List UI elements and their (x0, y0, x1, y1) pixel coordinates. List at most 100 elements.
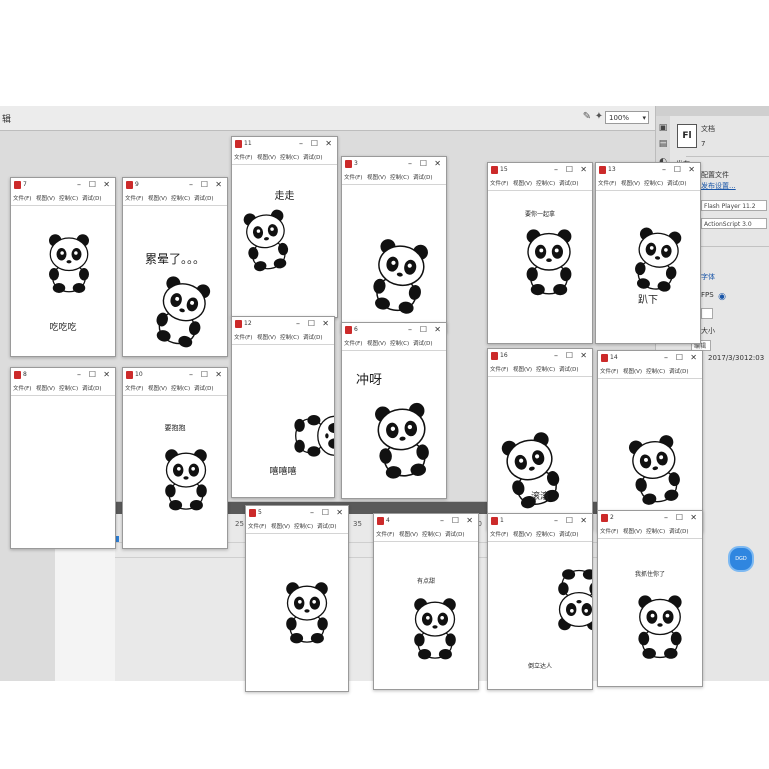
menu-debug[interactable]: 调试(D) (559, 179, 579, 187)
maximize-icon[interactable]: ☐ (201, 369, 208, 380)
maximize-icon[interactable]: ☐ (89, 179, 96, 190)
menu-debug[interactable]: 调试(D) (669, 527, 689, 535)
menu-view[interactable]: 视图(V) (271, 522, 290, 530)
player-window[interactable]: 15 – ☐ ✕ 文件(F) 视图(V) 控制(C) 调试(D) 要你一起拿 (487, 162, 593, 344)
menu-control[interactable]: 控制(C) (59, 194, 78, 202)
close-icon[interactable]: ✕ (690, 512, 697, 523)
menu-control[interactable]: 控制(C) (536, 530, 555, 538)
menu-file[interactable]: 文件(F) (376, 530, 394, 538)
menu-debug[interactable]: 调试(D) (559, 365, 579, 373)
stage-color-swatch[interactable] (701, 308, 713, 319)
close-icon[interactable]: ✕ (434, 158, 441, 169)
script-select[interactable]: ActionScript 3.0 (701, 218, 767, 229)
minimize-icon[interactable]: – (664, 512, 668, 523)
close-icon[interactable]: ✕ (580, 515, 587, 526)
menu-control[interactable]: 控制(C) (280, 333, 299, 341)
player-window[interactable]: 13 – ☐ ✕ 文件(F) 视图(V) 控制(C) 调试(D) 趴下 (595, 162, 701, 344)
menu-file[interactable]: 文件(F) (344, 339, 362, 347)
menu-view[interactable]: 视图(V) (148, 194, 167, 202)
window-titlebar[interactable]: 3 – ☐ ✕ (342, 157, 446, 171)
menu-control[interactable]: 控制(C) (646, 367, 665, 375)
minimize-icon[interactable]: – (408, 324, 412, 335)
menu-control[interactable]: 控制(C) (171, 194, 190, 202)
menu-debug[interactable]: 调试(D) (413, 339, 433, 347)
menu-view[interactable]: 视图(V) (621, 179, 640, 187)
properties-icon[interactable]: ▣ (657, 122, 669, 134)
minimize-icon[interactable]: – (77, 179, 81, 190)
close-icon[interactable]: ✕ (580, 350, 587, 361)
menu-file[interactable]: 文件(F) (234, 333, 252, 341)
close-icon[interactable]: ✕ (325, 138, 332, 149)
menu-file[interactable]: 文件(F) (125, 384, 143, 392)
menu-view[interactable]: 视图(V) (623, 527, 642, 535)
close-icon[interactable]: ✕ (322, 318, 329, 329)
menu-control[interactable]: 控制(C) (59, 384, 78, 392)
minimize-icon[interactable]: – (77, 369, 81, 380)
player-window[interactable]: 10 – ☐ ✕ 文件(F) 视图(V) 控制(C) 调试(D) 要抱抱 (122, 367, 228, 549)
menu-file[interactable]: 文件(F) (13, 384, 31, 392)
menu-debug[interactable]: 调试(D) (667, 179, 687, 187)
menu-debug[interactable]: 调试(D) (669, 367, 689, 375)
library-icon[interactable]: ▤ (657, 138, 669, 150)
minimize-icon[interactable]: – (189, 179, 193, 190)
maximize-icon[interactable]: ☐ (566, 350, 573, 361)
minimize-icon[interactable]: – (189, 369, 193, 380)
menu-debug[interactable]: 调试(D) (317, 522, 337, 530)
menu-file[interactable]: 文件(F) (234, 153, 252, 161)
player-select[interactable]: Flash Player 11.2 (701, 200, 767, 211)
minimize-icon[interactable]: – (664, 352, 668, 363)
maximize-icon[interactable]: ☐ (311, 138, 318, 149)
menu-view[interactable]: 视图(V) (367, 173, 386, 181)
maximize-icon[interactable]: ☐ (566, 164, 573, 175)
window-titlebar[interactable]: 11 – ☐ ✕ (232, 137, 337, 151)
pencil-icon[interactable]: ✎ (581, 111, 593, 123)
menu-view[interactable]: 视图(V) (399, 530, 418, 538)
minimize-icon[interactable]: – (310, 507, 314, 518)
minimize-icon[interactable]: – (408, 158, 412, 169)
window-titlebar[interactable]: 2 – ☐ ✕ (598, 511, 702, 525)
menu-control[interactable]: 控制(C) (171, 384, 190, 392)
minimize-icon[interactable]: – (554, 515, 558, 526)
window-titlebar[interactable]: 7 – ☐ ✕ (11, 178, 115, 192)
fps-link[interactable]: 字体 (701, 272, 715, 282)
menu-file[interactable]: 文件(F) (598, 179, 616, 187)
close-icon[interactable]: ✕ (434, 324, 441, 335)
menu-file[interactable]: 文件(F) (248, 522, 266, 530)
player-window[interactable]: 4 – ☐ ✕ 文件(F) 视图(V) 控制(C) 调试(D) 有点甜 (373, 513, 479, 690)
player-window[interactable]: 12 – ☐ ✕ 文件(F) 视图(V) 控制(C) 调试(D) 嘻嘻嘻 (231, 316, 335, 498)
player-window[interactable]: 2 – ☐ ✕ 文件(F) 视图(V) 控制(C) 调试(D) 我抓住你了 (597, 510, 703, 687)
minimize-icon[interactable]: – (296, 318, 300, 329)
maximize-icon[interactable]: ☐ (420, 158, 427, 169)
player-window[interactable]: 5 – ☐ ✕ 文件(F) 视图(V) 控制(C) 调试(D) (245, 505, 349, 692)
menu-debug[interactable]: 调试(D) (303, 333, 323, 341)
menu-file[interactable]: 文件(F) (490, 179, 508, 187)
menu-file[interactable]: 文件(F) (13, 194, 31, 202)
player-window[interactable]: 16– ☐ ✕ 文件(F) 视图(V) 控制(C) 调试(D) 滚滚 (487, 348, 593, 530)
maximize-icon[interactable]: ☐ (676, 512, 683, 523)
menu-file[interactable]: 文件(F) (600, 527, 618, 535)
menu-view[interactable]: 视图(V) (36, 194, 55, 202)
window-titlebar[interactable]: 8 – ☐ ✕ (11, 368, 115, 382)
menu-debug[interactable]: 调试(D) (194, 194, 214, 202)
window-titlebar[interactable]: 15 – ☐ ✕ (488, 163, 592, 177)
player-window[interactable]: 9 – ☐ ✕ 文件(F) 视图(V) 控制(C) 调试(D) 累晕了。。。 (122, 177, 228, 357)
menu-view[interactable]: 视图(V) (513, 365, 532, 373)
player-window[interactable]: 8 – ☐ ✕ 文件(F) 视图(V) 控制(C) 调试(D) (10, 367, 116, 549)
window-titlebar[interactable]: 4 – ☐ ✕ (374, 514, 478, 528)
window-titlebar[interactable]: 12 – ☐ ✕ (232, 317, 334, 331)
menu-control[interactable]: 控制(C) (646, 527, 665, 535)
minimize-icon[interactable]: – (440, 515, 444, 526)
menu-control[interactable]: 控制(C) (390, 339, 409, 347)
menu-debug[interactable]: 调试(D) (445, 530, 465, 538)
menu-control[interactable]: 控制(C) (644, 179, 663, 187)
menu-view[interactable]: 视图(V) (513, 530, 532, 538)
publish-settings-link[interactable]: 发布设置... (701, 181, 736, 191)
window-titlebar[interactable]: 9 – ☐ ✕ (123, 178, 227, 192)
close-icon[interactable]: ✕ (215, 179, 222, 190)
menu-debug[interactable]: 调试(D) (82, 194, 102, 202)
menu-debug[interactable]: 调试(D) (559, 530, 579, 538)
maximize-icon[interactable]: ☐ (452, 515, 459, 526)
minimize-icon[interactable]: – (299, 138, 303, 149)
lock-icon[interactable]: ◉ (716, 291, 728, 303)
player-window[interactable]: 14– ☐ ✕ 文件(F) 视图(V) 控制(C) 调试(D) (597, 350, 703, 532)
